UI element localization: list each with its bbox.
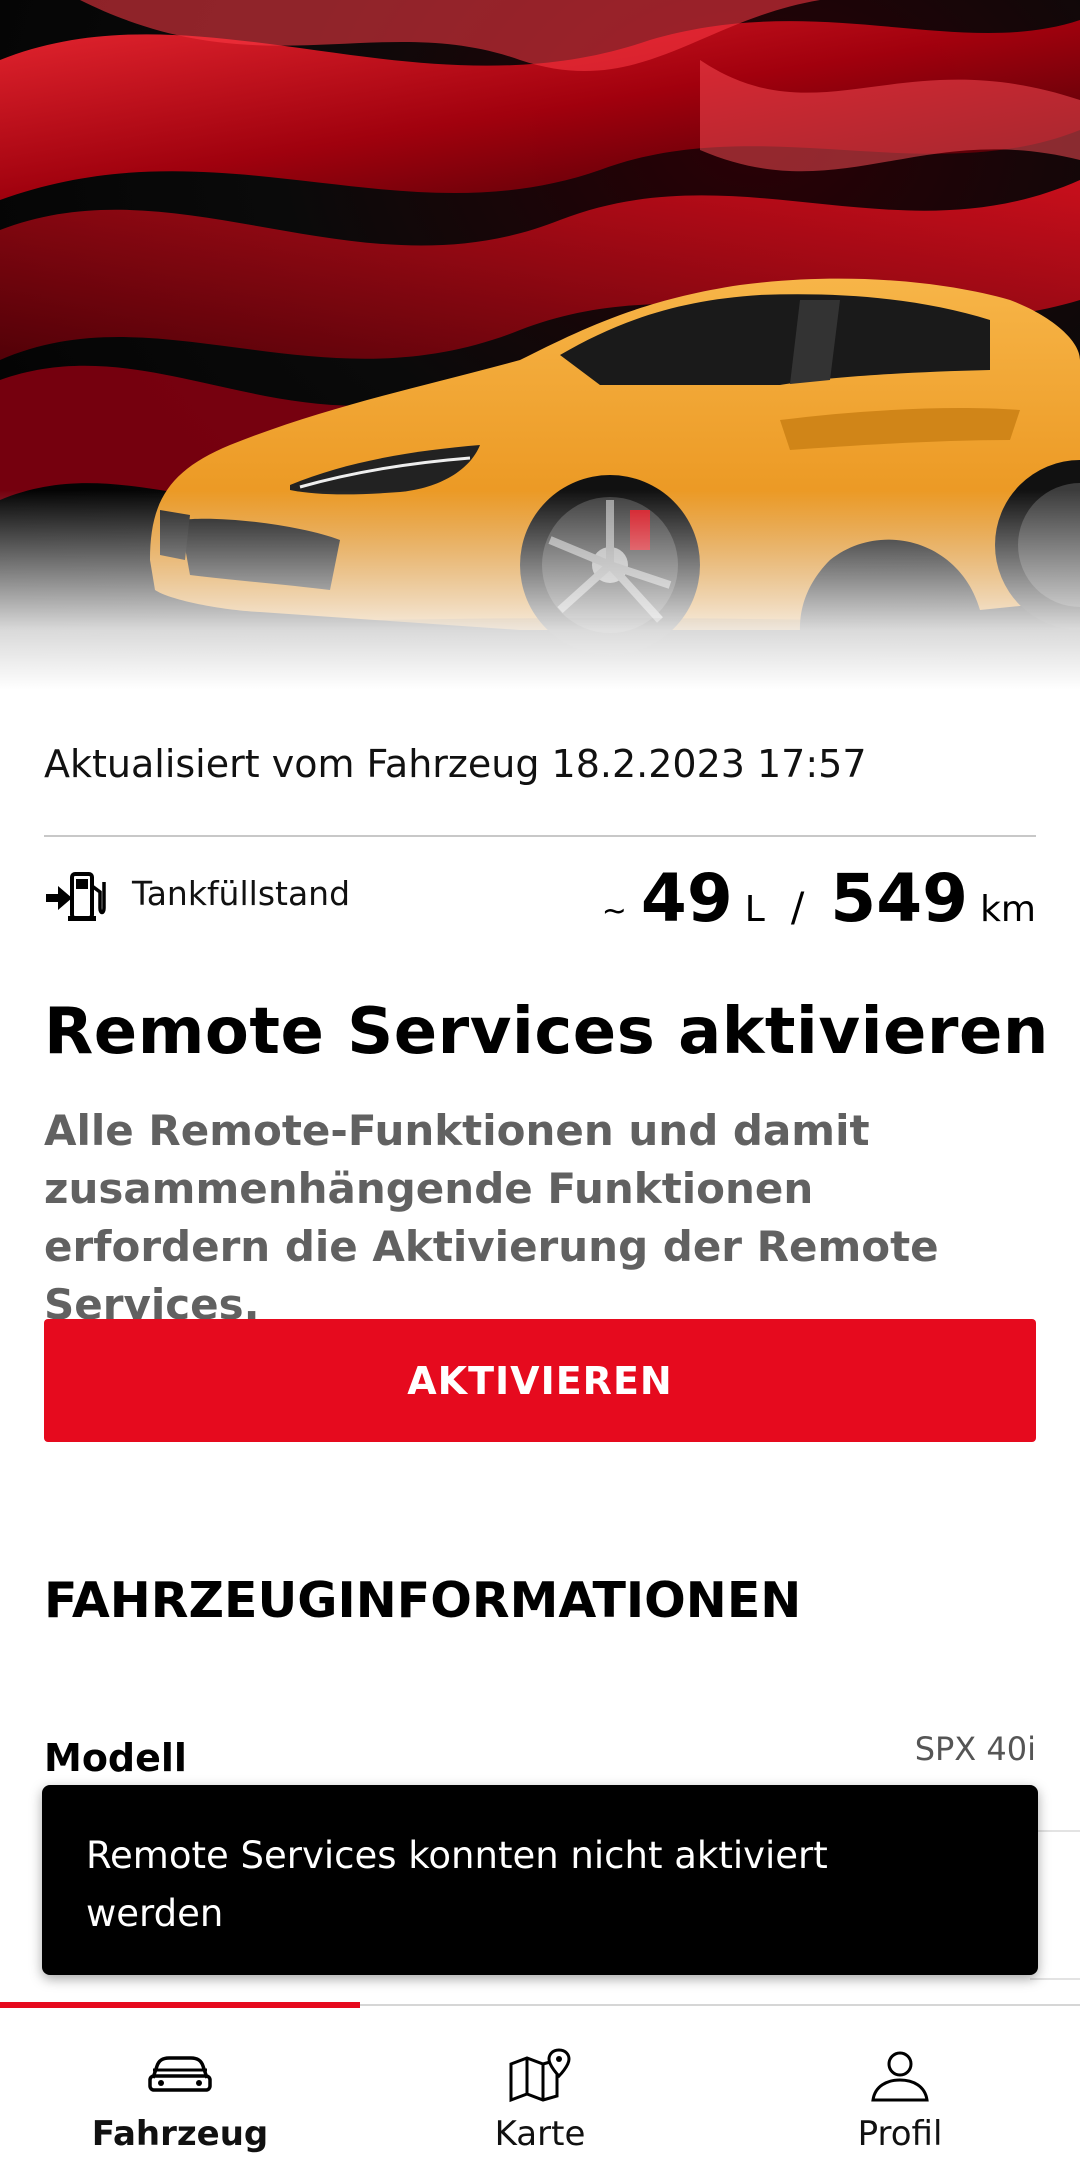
toast-message: Remote Services konnten nicht aktiviert … bbox=[86, 1834, 828, 1935]
info-value: SPX 40i bbox=[914, 1730, 1036, 1768]
error-toast: Remote Services konnten nicht aktiviert … bbox=[42, 1785, 1038, 1975]
map-pin-icon bbox=[509, 2048, 571, 2103]
remote-services-title: Remote Services aktivieren bbox=[44, 995, 1049, 1069]
fuel-pump-icon bbox=[46, 872, 106, 921]
bottom-navigation: Fahrzeug Karte Profil bbox=[0, 2002, 1080, 2179]
car-icon bbox=[148, 2056, 212, 2092]
info-key: Modell bbox=[44, 1736, 187, 1780]
person-icon bbox=[871, 2051, 929, 2102]
activate-button[interactable]: AKTIVIEREN bbox=[44, 1319, 1036, 1442]
range-unit: km bbox=[980, 889, 1036, 930]
fuel-level-label: Tankfüllstand bbox=[132, 874, 351, 913]
vehicle-hero-image bbox=[0, 0, 1080, 690]
row-divider bbox=[1030, 1978, 1080, 1980]
vehicle-info-title: FAHRZEUGINFORMATIONEN bbox=[44, 1572, 802, 1629]
nav-item-fahrzeug[interactable]: Fahrzeug bbox=[0, 2006, 360, 2179]
fuel-liters-value: 49 bbox=[640, 860, 733, 937]
info-row-model: Modell SPX 40i bbox=[44, 1730, 1036, 1790]
range-value: 549 bbox=[830, 860, 969, 937]
hero-fade bbox=[0, 490, 1080, 690]
fuel-range-values: ~ 49 L / 549 km bbox=[602, 860, 1036, 937]
remote-services-description: Alle Remote-Funktionen und damit zusamme… bbox=[44, 1106, 939, 1329]
nav-label: Karte bbox=[494, 2114, 586, 2154]
fuel-level-row: Tankfüllstand ~ 49 L / 549 km bbox=[44, 860, 1036, 940]
fuel-liters-unit: L bbox=[744, 889, 765, 930]
value-separator: / bbox=[790, 885, 805, 931]
nav-item-profil[interactable]: Profil bbox=[720, 2006, 1080, 2179]
nav-label: Fahrzeug bbox=[91, 2114, 269, 2154]
last-updated-text: Aktualisiert vom Fahrzeug 18.2.2023 17:5… bbox=[44, 742, 867, 786]
nav-label: Profil bbox=[857, 2114, 943, 2154]
approx-symbol: ~ bbox=[601, 894, 627, 929]
nav-item-karte[interactable]: Karte bbox=[360, 2006, 720, 2179]
divider bbox=[44, 835, 1036, 837]
